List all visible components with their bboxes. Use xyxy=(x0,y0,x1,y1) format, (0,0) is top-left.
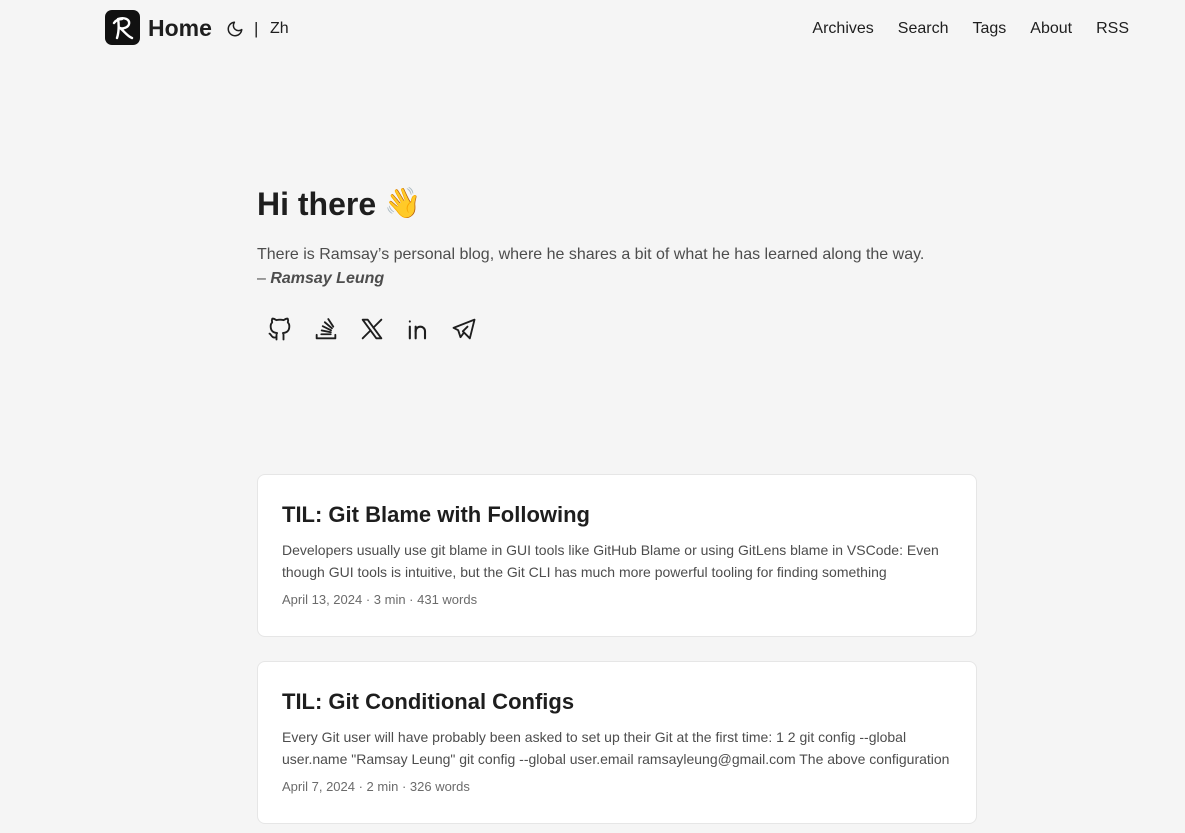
post-title[interactable]: TIL: Git Conditional Configs xyxy=(282,688,952,716)
post-summary: Developers usually use git blame in GUI … xyxy=(282,542,939,580)
moon-icon[interactable] xyxy=(226,20,244,38)
social-links xyxy=(265,314,479,344)
hero-author: Ramsay Leung xyxy=(270,270,385,287)
stackoverflow-icon[interactable] xyxy=(311,314,341,344)
post-card[interactable]: TIL: Git Blame with Following Developers… xyxy=(257,474,977,637)
linkedin-icon[interactable] xyxy=(403,314,433,344)
nav-about[interactable]: About xyxy=(1030,19,1072,39)
telegram-icon[interactable] xyxy=(449,314,479,344)
home-link[interactable]: Home xyxy=(148,14,212,42)
nav-search[interactable]: Search xyxy=(898,19,949,39)
nav-archives[interactable]: Archives xyxy=(812,19,873,39)
language-switch-link[interactable]: Zh xyxy=(270,19,289,39)
language-separator: | xyxy=(254,19,259,38)
post-card[interactable]: TIL: Git Conditional Configs Every Git u… xyxy=(257,661,977,824)
nav-tags[interactable]: Tags xyxy=(972,19,1006,39)
hero-author-line: – Ramsay Leung xyxy=(257,268,384,290)
nav-rss[interactable]: RSS xyxy=(1096,19,1129,39)
hero-title: Hi there 👋 xyxy=(257,184,422,224)
site-logo-icon[interactable] xyxy=(105,10,140,45)
waving-hand-icon: 👋 xyxy=(384,187,422,220)
post-meta: April 13, 2024 · 3 min · 431 words xyxy=(282,592,478,607)
post-summary: Every Git user will have probably been a… xyxy=(282,729,950,767)
author-dash: – xyxy=(257,270,271,287)
main-nav: Archives Search Tags About RSS xyxy=(812,19,1129,39)
post-meta: April 7, 2024 · 2 min · 326 words xyxy=(282,779,470,794)
site-header: Home | Zh Archives Search Tags About RSS xyxy=(0,0,1185,60)
post-title[interactable]: TIL: Git Blame with Following xyxy=(282,501,952,529)
hero-description: There is Ramsay’s personal blog, where h… xyxy=(257,246,925,263)
github-icon[interactable] xyxy=(265,314,295,344)
hero-title-text: Hi there xyxy=(257,186,377,222)
x-icon[interactable] xyxy=(357,314,387,344)
